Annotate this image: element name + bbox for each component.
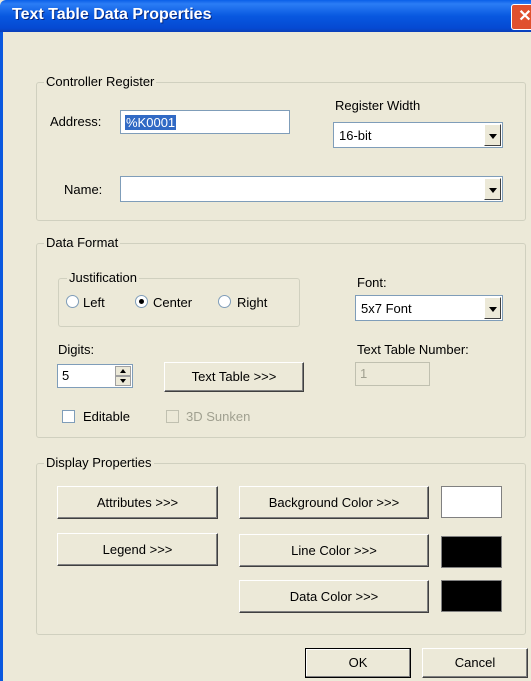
- data-color-button[interactable]: Data Color >>>: [239, 580, 429, 613]
- justify-right-label: Right: [237, 295, 268, 310]
- background-color-button[interactable]: Background Color >>>: [239, 486, 429, 519]
- text-table-button[interactable]: Text Table >>>: [164, 362, 304, 392]
- ok-button[interactable]: OK: [305, 648, 411, 678]
- editable-checkbox[interactable]: [62, 410, 75, 423]
- text-table-button-label: Text Table >>>: [191, 369, 277, 384]
- justify-center-radio[interactable]: [135, 295, 148, 308]
- ok-button-label: OK: [348, 655, 368, 670]
- data-format-legend: Data Format: [44, 235, 121, 250]
- text-table-number-value: 1: [360, 366, 368, 381]
- stepper-down-icon[interactable]: [115, 376, 131, 386]
- stepper-up-icon[interactable]: [115, 366, 131, 376]
- attributes-button-label: Attributes >>>: [96, 495, 179, 510]
- line-color-button[interactable]: Line Color >>>: [239, 534, 429, 567]
- line-color-swatch: [441, 536, 502, 568]
- chevron-down-icon[interactable]: [484, 297, 501, 319]
- line-color-button-label: Line Color >>>: [291, 543, 377, 558]
- name-select[interactable]: [120, 176, 503, 202]
- background-color-swatch: [441, 486, 502, 518]
- cancel-button[interactable]: Cancel: [422, 648, 528, 678]
- register-width-select[interactable]: 16-bit: [333, 122, 503, 148]
- controller-register-legend: Controller Register: [44, 74, 157, 89]
- display-properties-legend: Display Properties: [44, 455, 154, 470]
- justify-left-label: Left: [83, 295, 105, 310]
- data-color-swatch: [441, 580, 502, 612]
- cancel-button-label: Cancel: [454, 655, 496, 670]
- address-label: Address:: [50, 114, 102, 129]
- legend-button[interactable]: Legend >>>: [57, 533, 218, 566]
- background-color-button-label: Background Color >>>: [268, 495, 400, 510]
- justification-legend: Justification: [67, 270, 139, 285]
- legend-button-label: Legend >>>: [102, 542, 173, 557]
- font-label: Font:: [357, 275, 387, 290]
- close-button[interactable]: ✕: [511, 4, 531, 30]
- register-width-value: 16-bit: [339, 128, 372, 143]
- digits-label: Digits:: [58, 342, 95, 357]
- name-label: Name:: [64, 182, 103, 197]
- window-left-border: [0, 32, 3, 681]
- address-input[interactable]: %K0001: [120, 110, 290, 134]
- chevron-down-icon[interactable]: [484, 178, 501, 200]
- editable-label: Editable: [83, 409, 130, 424]
- 3d-sunken-checkbox: [166, 410, 179, 423]
- data-color-button-label: Data Color >>>: [289, 589, 379, 604]
- address-value: %K0001: [125, 115, 177, 130]
- font-value: 5x7 Font: [361, 301, 412, 316]
- window-title: Text Table Data Properties: [12, 6, 212, 23]
- title-bar: Text Table Data Properties ✕: [0, 0, 531, 32]
- chevron-down-icon[interactable]: [484, 124, 501, 146]
- register-width-label: Register Width: [335, 98, 421, 113]
- close-icon: ✕: [518, 8, 531, 25]
- font-select[interactable]: 5x7 Font: [355, 295, 503, 321]
- text-table-number-label: Text Table Number:: [357, 342, 469, 357]
- justify-center-label: Center: [153, 295, 193, 310]
- text-table-number-input: 1: [355, 362, 430, 386]
- attributes-button[interactable]: Attributes >>>: [57, 486, 218, 519]
- digits-value: 5: [62, 368, 70, 383]
- 3d-sunken-label: 3D Sunken: [186, 409, 251, 424]
- digits-stepper[interactable]: 5: [57, 364, 133, 388]
- justify-left-radio[interactable]: [66, 295, 79, 308]
- justify-right-radio[interactable]: [218, 295, 231, 308]
